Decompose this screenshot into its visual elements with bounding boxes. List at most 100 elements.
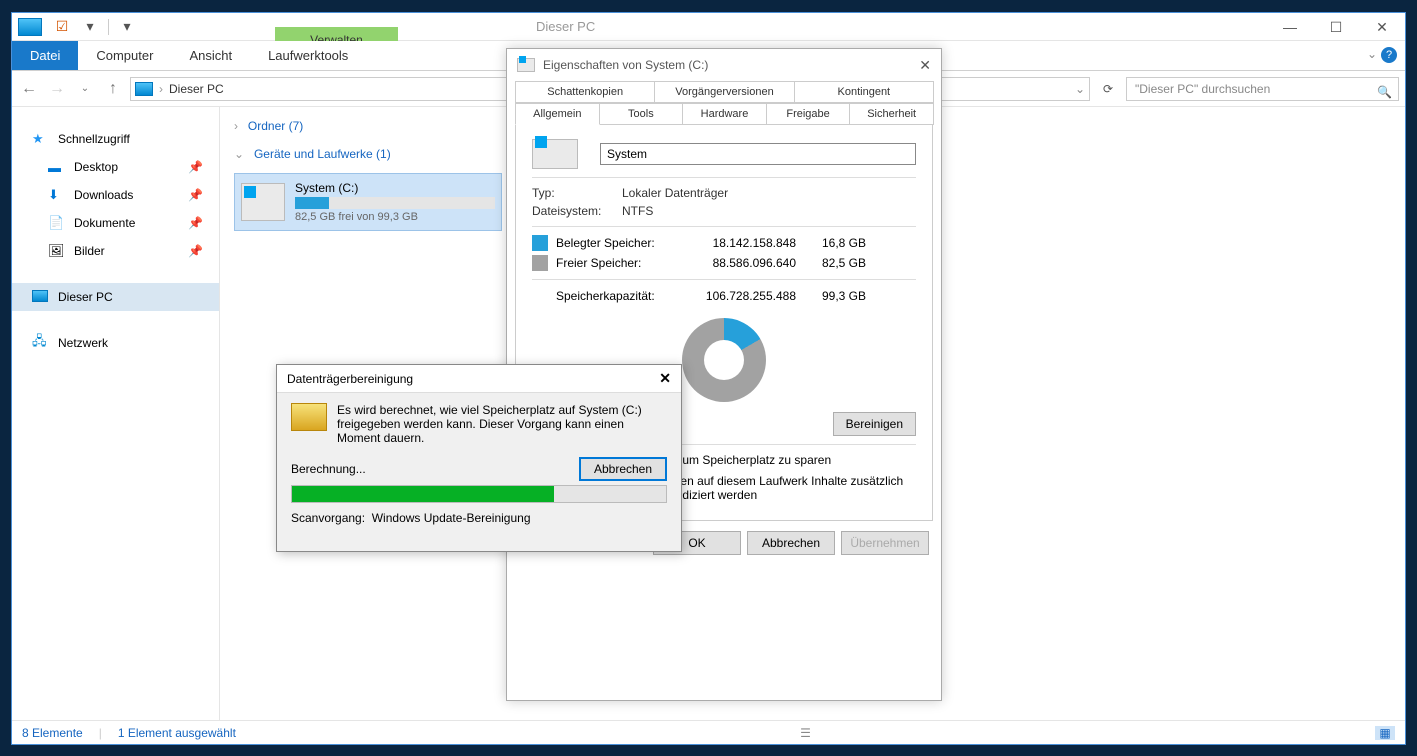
path-dropdown-icon[interactable]: ⌄ <box>1075 82 1085 96</box>
tab-sharing[interactable]: Freigabe <box>766 103 851 125</box>
pc-icon <box>32 290 50 305</box>
scan-value: Windows Update-Bereinigung <box>372 511 531 525</box>
download-icon: ⬇ <box>48 187 66 203</box>
group-label: Ordner (7) <box>248 119 303 133</box>
view-details-button[interactable]: ☰ <box>795 726 815 740</box>
chevron-right-icon: › <box>234 119 238 133</box>
sidebar-item-label: Bilder <box>74 244 105 258</box>
capacity-human: 99,3 GB <box>796 289 866 303</box>
sidebar-item-pictures[interactable]: 🖼 Bilder 📌 <box>12 237 219 265</box>
drive-system-c[interactable]: System (C:) 82,5 GB frei von 99,3 GB <box>234 173 502 231</box>
close-icon[interactable]: ✕ <box>659 370 671 387</box>
close-button[interactable]: ✕ <box>1359 13 1405 41</box>
network-icon: 🖧 <box>32 332 50 354</box>
used-human: 16,8 GB <box>796 236 866 250</box>
sidebar-item-desktop[interactable]: ▬ Desktop 📌 <box>12 153 219 181</box>
pin-icon: 📌 <box>188 244 203 258</box>
search-input[interactable]: "Dieser PC" durchsuchen 🔍 <box>1126 77 1399 101</box>
tab-tools[interactable]: Tools <box>599 103 684 125</box>
broom-icon <box>291 403 327 431</box>
quick-access-toolbar: ☑ ▾ ▾ Dieser PC — ☐ ✕ <box>12 13 1405 41</box>
type-label: Typ: <box>532 186 622 200</box>
sidebar-network[interactable]: 🖧 Netzwerk <box>12 329 219 357</box>
dialog-titlebar[interactable]: Datenträgerbereinigung ✕ <box>277 365 681 393</box>
search-placeholder: "Dieser PC" durchsuchen <box>1135 82 1270 96</box>
file-menu[interactable]: Datei <box>12 41 78 70</box>
sidebar-quick-access[interactable]: ★ Schnellzugriff <box>12 125 219 153</box>
tab-previous-versions[interactable]: Vorgängerversionen <box>654 81 794 103</box>
navigation-pane: ★ Schnellzugriff ▬ Desktop 📌 ⬇ Downloads… <box>12 107 220 720</box>
ribbon-tab-view[interactable]: Ansicht <box>171 41 250 70</box>
used-swatch <box>532 235 548 251</box>
chevron-down-icon[interactable]: ⌄ <box>1367 47 1377 61</box>
drive-icon <box>532 139 578 169</box>
up-button[interactable]: ↑ <box>102 80 124 98</box>
tab-quota[interactable]: Kontingent <box>794 81 934 103</box>
drive-icon <box>241 183 285 221</box>
dialog-title: Datenträgerbereinigung <box>287 372 413 386</box>
used-bytes: 18.142.158.848 <box>668 236 796 250</box>
breadcrumb[interactable]: Dieser PC <box>169 82 224 96</box>
drive-free-text: 82,5 GB frei von 99,3 GB <box>295 211 495 223</box>
tab-security[interactable]: Sicherheit <box>849 103 934 125</box>
capacity-label: Speicherkapazität: <box>556 289 668 303</box>
drive-name: System (C:) <box>295 181 495 195</box>
sidebar-item-label: Dokumente <box>74 216 135 230</box>
apply-button[interactable]: Übernehmen <box>841 531 929 555</box>
sidebar-item-label: Downloads <box>74 188 133 202</box>
back-button[interactable]: ← <box>18 80 40 98</box>
tab-shadowcopies[interactable]: Schattenkopien <box>515 81 655 103</box>
maximize-button[interactable]: ☐ <box>1313 13 1359 41</box>
breadcrumb-separator: › <box>159 82 163 96</box>
status-selection: 1 Element ausgewählt <box>118 726 236 740</box>
sidebar-this-pc[interactable]: Dieser PC <box>12 283 219 311</box>
tab-hardware[interactable]: Hardware <box>682 103 767 125</box>
checkbox-icon[interactable]: ☑ <box>48 18 76 35</box>
sidebar-item-downloads[interactable]: ⬇ Downloads 📌 <box>12 181 219 209</box>
disk-cleanup-dialog: Datenträgerbereinigung ✕ Es wird berechn… <box>276 364 682 552</box>
free-swatch <box>532 255 548 271</box>
minimize-button[interactable]: — <box>1267 13 1313 41</box>
window-title: Dieser PC <box>536 19 595 34</box>
chevron-down-icon: ⌄ <box>234 147 244 161</box>
cancel-button[interactable]: Abbrechen <box>579 457 667 481</box>
filesystem-label: Dateisystem: <box>532 204 622 218</box>
picture-icon: 🖼 <box>48 243 66 259</box>
refresh-button[interactable]: ⟳ <box>1096 82 1120 96</box>
desktop-icon: ▬ <box>48 160 66 175</box>
drive-usage-bar <box>295 197 495 209</box>
free-bytes: 88.586.096.640 <box>668 256 796 270</box>
sidebar-item-label: Netzwerk <box>58 336 108 350</box>
sidebar-item-label: Dieser PC <box>58 290 113 304</box>
help-icon[interactable]: ? <box>1381 47 1397 63</box>
calculating-label: Berechnung... <box>291 462 366 476</box>
star-icon: ★ <box>32 131 50 147</box>
cleanup-button[interactable]: Bereinigen <box>833 412 916 436</box>
qat-overflow-icon[interactable]: ▾ <box>113 18 141 35</box>
drive-icon <box>517 58 535 72</box>
view-large-icons-button[interactable]: ▦ <box>1375 726 1395 740</box>
cleanup-message: Es wird berechnet, wie viel Speicherplat… <box>337 403 667 445</box>
tab-general[interactable]: Allgemein <box>515 103 600 125</box>
pin-icon: 📌 <box>188 160 203 174</box>
ribbon-tab-computer[interactable]: Computer <box>78 41 171 70</box>
group-label: Geräte und Laufwerke (1) <box>254 147 391 161</box>
forward-button[interactable]: → <box>46 80 68 98</box>
recent-locations-icon[interactable]: ⌄ <box>74 83 96 94</box>
system-icon[interactable] <box>18 18 42 36</box>
status-item-count: 8 Elemente <box>22 726 83 740</box>
dropdown-icon[interactable]: ▾ <box>76 18 104 35</box>
ribbon-tab-drivetools[interactable]: Laufwerktools <box>250 41 366 70</box>
dialog-title: Eigenschaften von System (C:) <box>543 58 708 72</box>
filesystem-value: NTFS <box>622 204 653 218</box>
type-value: Lokaler Datenträger <box>622 186 728 200</box>
free-human: 82,5 GB <box>796 256 866 270</box>
dialog-titlebar[interactable]: Eigenschaften von System (C:) ✕ <box>507 49 941 81</box>
sidebar-item-label: Desktop <box>74 160 118 174</box>
pin-icon: 📌 <box>188 216 203 230</box>
close-button[interactable]: ✕ <box>919 57 931 74</box>
sidebar-item-documents[interactable]: 📄 Dokumente 📌 <box>12 209 219 237</box>
cancel-button[interactable]: Abbrechen <box>747 531 835 555</box>
progress-bar <box>291 485 667 503</box>
volume-name-input[interactable]: System <box>600 143 916 165</box>
